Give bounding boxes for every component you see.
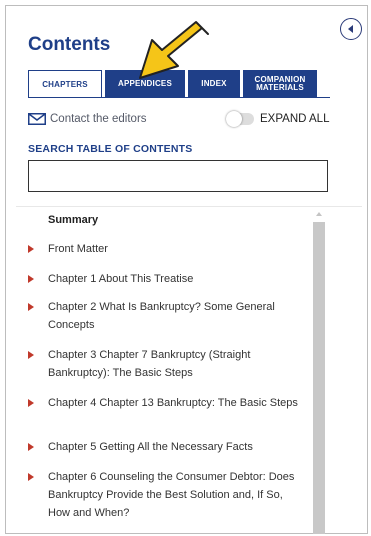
toc-item-label: Chapter 2 What Is Bankruptcy? Some Gener… [48, 301, 275, 331]
tab-companion-materials[interactable]: COMPANION MATERIALS [243, 70, 317, 98]
expand-all-label: EXPAND ALL [260, 113, 330, 125]
tab-chapters[interactable]: CHAPTERS [28, 70, 102, 98]
toc-item[interactable]: Chapter 3 Chapter 7 Bankruptcy (Straight… [28, 346, 306, 382]
scrollbar-thumb[interactable] [313, 222, 325, 534]
expand-all-toggle[interactable] [226, 111, 254, 127]
expand-all-control[interactable]: EXPAND ALL [226, 111, 330, 127]
toc-item-label: Chapter 3 Chapter 7 Bankruptcy (Straight… [48, 349, 251, 379]
caret-right-icon [28, 394, 48, 412]
toc-item-label: Chapter 4 Chapter 13 Bankruptcy: The Bas… [48, 397, 298, 409]
caret-right-icon [28, 240, 48, 258]
caret-right-icon [28, 438, 48, 456]
toc-item-label: Chapter 1 About This Treatise [48, 273, 194, 285]
toc-item[interactable]: Chapter 2 What Is Bankruptcy? Some Gener… [28, 298, 306, 334]
tab-underline [28, 97, 330, 98]
toc-item-label: Chapter 5 Getting All the Necessary Fact… [48, 441, 253, 453]
pointer-arrow-icon [130, 20, 210, 87]
contact-editors-label: Contact the editors [50, 113, 147, 125]
toc-item[interactable]: Chapter 5 Getting All the Necessary Fact… [28, 438, 306, 456]
caret-right-icon [28, 298, 48, 316]
collapse-panel-button[interactable] [340, 18, 362, 40]
caret-right-icon [28, 270, 48, 288]
toggle-knob [226, 111, 242, 127]
envelope-icon [28, 113, 46, 125]
search-input[interactable] [28, 160, 328, 192]
toc-item[interactable]: Chapter 1 About This Treatise [28, 270, 306, 288]
caret-right-icon [28, 468, 48, 486]
toc-item[interactable]: Front Matter [28, 240, 306, 258]
chevron-left-icon [348, 25, 353, 33]
toc-summary-heading: Summary [48, 214, 99, 226]
scroll-up-arrow-icon[interactable] [316, 212, 322, 216]
panel-title: Contents [28, 34, 111, 55]
toc-item-label: Chapter 6 Counseling the Consumer Debtor… [48, 471, 295, 519]
caret-right-icon [28, 346, 48, 364]
contact-editors-link[interactable]: Contact the editors [28, 113, 147, 125]
search-label: SEARCH TABLE OF CONTENTS [28, 143, 193, 155]
toc-item[interactable]: Chapter 4 Chapter 13 Bankruptcy: The Bas… [28, 394, 306, 412]
toc-scrollbar[interactable] [313, 210, 325, 534]
toc-item-label: Front Matter [48, 243, 108, 255]
toc-item[interactable]: Chapter 6 Counseling the Consumer Debtor… [28, 468, 306, 522]
section-divider [16, 206, 362, 207]
